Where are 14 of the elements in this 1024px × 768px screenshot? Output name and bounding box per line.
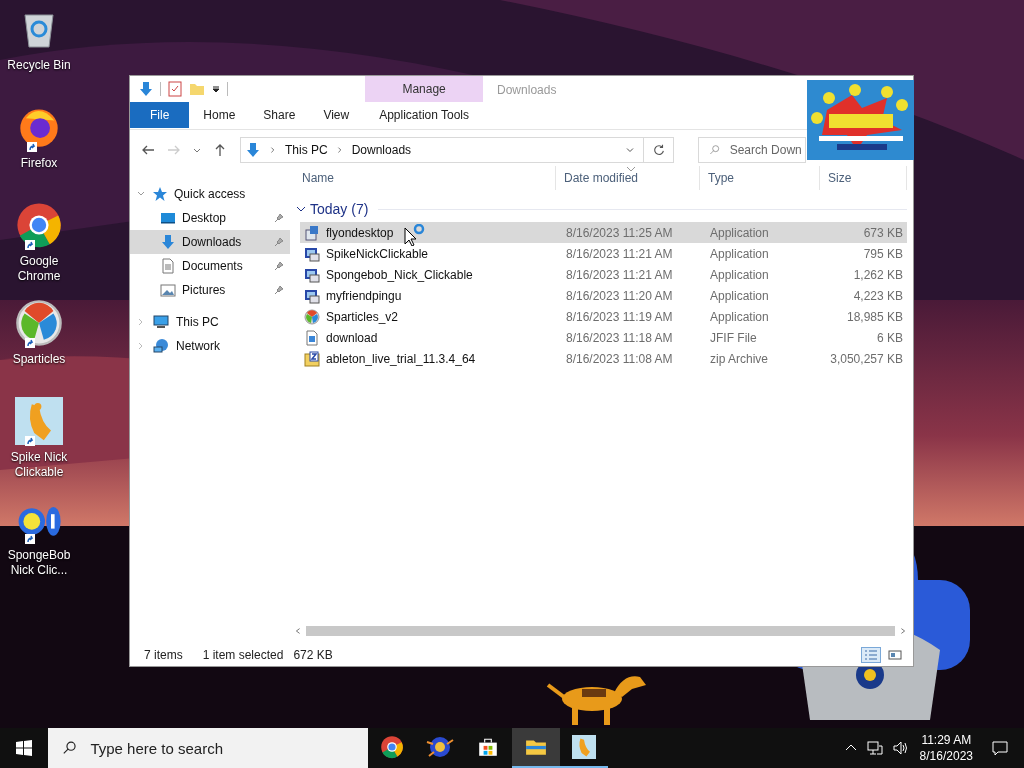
network-icon[interactable]	[866, 740, 883, 756]
notifications-icon[interactable]	[992, 740, 1008, 756]
search-icon	[62, 740, 77, 756]
taskbar-search-box[interactable]: Type here to search	[48, 728, 368, 768]
taskbar-search-input[interactable]: Type here to search	[88, 738, 368, 758]
windows-logo-icon	[16, 740, 32, 756]
clock[interactable]: 11:29 AM 8/16/2023	[919, 732, 973, 764]
cartoon-dog-icon	[572, 735, 596, 759]
volume-icon[interactable]	[892, 740, 909, 756]
taskbar-app-button[interactable]	[512, 728, 560, 768]
clock-date: 8/16/2023	[919, 748, 973, 764]
store-bag-icon	[477, 736, 499, 758]
clock-time: 11:29 AM	[921, 732, 972, 748]
chrome-icon	[380, 735, 404, 759]
